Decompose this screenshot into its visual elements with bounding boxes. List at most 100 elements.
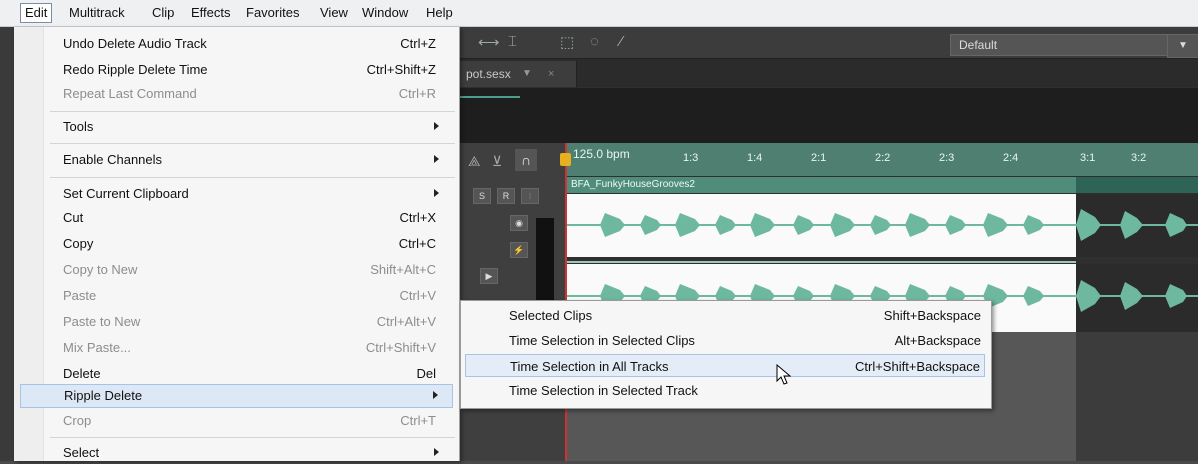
menu-item-enable-channels[interactable]: Enable Channels (20, 149, 453, 171)
menu-item-label: Paste to New (63, 314, 141, 329)
menu-window[interactable]: Window (362, 5, 408, 20)
menu-bar: Edit Multitrack Clip Effects Favorites V… (0, 0, 1198, 27)
spot-healing-icon[interactable]: ⁄ (620, 33, 623, 50)
menu-item-shortcut: Ctrl+Alt+V (376, 314, 436, 329)
brush-icon[interactable]: ◌ (590, 33, 599, 50)
ruler-tick: 1:3 (683, 152, 699, 164)
tab-menu-icon[interactable]: ▼ (522, 61, 532, 87)
menu-view[interactable]: View (320, 5, 348, 20)
marquee-icon[interactable]: ⌶ (508, 33, 517, 50)
chevron-down-icon[interactable]: ▼ (1167, 34, 1198, 58)
record-arm-button[interactable]: R (497, 188, 515, 204)
submenu-arrow-icon (434, 155, 439, 163)
submenu-arrow-icon (434, 122, 439, 130)
menu-item-paste[interactable]: Paste Ctrl+V (20, 285, 453, 307)
menu-item-mix-paste[interactable]: Mix Paste... Ctrl+Shift+V (20, 337, 453, 359)
submenu-item-label: Selected Clips (509, 308, 593, 323)
menu-item-label: Undo Delete Audio Track (63, 36, 207, 51)
menu-item-undo[interactable]: Undo Delete Audio Track Ctrl+Z (20, 33, 453, 55)
menu-item-shortcut: Ctrl+Shift+Z (366, 62, 436, 77)
menu-item-label: Tools (63, 119, 94, 134)
ruler-tick: 3:1 (1080, 152, 1096, 164)
clip-title-bar-outside (1076, 177, 1198, 193)
menu-edit[interactable]: Edit (20, 3, 53, 23)
menu-item-copy-to-new[interactable]: Copy to New Shift+Alt+C (20, 259, 453, 281)
input-icon[interactable]: ◉ (510, 215, 528, 231)
ruler-tick: 2:4 (1003, 152, 1019, 164)
playhead-handle[interactable] (560, 153, 571, 166)
snap-icon[interactable]: ⊻ (492, 153, 502, 170)
tempo-label: 125.0 bpm (573, 147, 630, 161)
submenu-item-shortcut: Ctrl+Shift+Backspace (854, 359, 980, 374)
menu-item-copy[interactable]: Copy Ctrl+C (20, 233, 453, 255)
submenu-item-time-selection-selected-clips[interactable]: Time Selection in Selected Clips Alt+Bac… (465, 329, 985, 352)
empty-track-area-outside (1076, 332, 1198, 461)
menu-item-set-current-clipboard[interactable]: Set Current Clipboard (20, 183, 453, 205)
submenu-item-label: Time Selection in Selected Clips (509, 333, 695, 348)
menu-item-cut[interactable]: Cut Ctrl+X (20, 207, 453, 229)
menu-item-delete[interactable]: Delete Del (20, 363, 453, 385)
timeline-ruler[interactable]: 125.0 bpm 1:3 1:4 2:1 2:2 2:3 2:4 3:1 3:… (565, 143, 1198, 176)
menu-favorites[interactable]: Favorites (246, 5, 299, 20)
menu-item-label: Ripple Delete (64, 388, 143, 403)
menu-item-tools[interactable]: Tools (20, 116, 453, 138)
submenu-arrow-icon (434, 448, 439, 456)
mouse-cursor-icon (776, 364, 792, 385)
menu-item-shortcut: Ctrl+V (399, 288, 436, 303)
close-icon[interactable]: × (548, 61, 554, 87)
menu-item-label: Crop (63, 413, 92, 428)
menu-separator (50, 177, 455, 178)
waveform-left-channel (565, 209, 1198, 241)
menu-separator (50, 111, 455, 112)
menu-item-shortcut: Ctrl+Z (400, 36, 436, 51)
channel-divider (565, 261, 1076, 263)
menu-item-redo[interactable]: Redo Ripple Delete Time Ctrl+Shift+Z (20, 59, 453, 81)
menu-item-repeat-last-command[interactable]: Repeat Last Command Ctrl+R (20, 83, 453, 105)
submenu-item-selected-clips[interactable]: Selected Clips Shift+Backspace (465, 304, 985, 327)
menu-item-shortcut: Shift+Alt+C (370, 262, 436, 277)
menu-item-shortcut: Del (416, 366, 436, 381)
menu-item-label: Mix Paste... (63, 340, 131, 355)
menu-item-label: Paste (63, 288, 97, 303)
menu-item-label: Set Current Clipboard (63, 186, 189, 201)
menu-item-label: Enable Channels (63, 152, 163, 167)
menu-item-shortcut: Ctrl+C (398, 236, 436, 251)
solo-button[interactable]: S (473, 188, 491, 204)
menu-multitrack[interactable]: Multitrack (69, 5, 125, 20)
menu-item-paste-to-new[interactable]: Paste to New Ctrl+Alt+V (20, 311, 453, 333)
submenu-item-label: Time Selection in All Tracks (510, 359, 669, 374)
menu-help[interactable]: Help (426, 5, 453, 20)
ruler-tick: 2:1 (811, 152, 827, 164)
left-panel-strip (0, 27, 14, 461)
time-selection-icon[interactable]: ⟷ (478, 33, 500, 51)
ruler-tick: 2:2 (875, 152, 891, 164)
metronome-icon[interactable]: ⟁ (468, 153, 481, 170)
submenu-item-label: Time Selection in Selected Track (509, 383, 698, 398)
workspace-preset-select[interactable]: Default (950, 34, 1176, 56)
play-icon[interactable]: ▶ (480, 268, 498, 284)
submenu-item-time-selection-selected-track[interactable]: Time Selection in Selected Track (465, 379, 985, 402)
menu-clip[interactable]: Clip (152, 5, 174, 20)
menu-item-shortcut: Ctrl+T (400, 413, 436, 428)
menu-item-label: Select (63, 445, 100, 460)
ruler-tick: 2:3 (939, 152, 955, 164)
magnet-icon[interactable]: ∩ (515, 149, 537, 171)
session-tab[interactable]: pot.sesx ▼ × (460, 61, 577, 87)
lasso-icon[interactable]: ⬚ (560, 33, 574, 51)
overview-range[interactable] (460, 96, 520, 98)
menu-separator (50, 437, 455, 438)
input-monitor-button[interactable]: I (521, 188, 539, 204)
menu-effects[interactable]: Effects (191, 5, 231, 20)
ruler-tick: 1:4 (747, 152, 763, 164)
submenu-item-shortcut: Shift+Backspace (883, 308, 981, 323)
submenu-item-time-selection-all-tracks[interactable]: Time Selection in All Tracks Ctrl+Shift+… (465, 354, 985, 377)
menu-item-label: Copy to New (63, 262, 138, 277)
fx-power-icon[interactable]: ⚡ (510, 242, 528, 258)
menu-separator (50, 143, 455, 144)
menu-item-shortcut: Ctrl+X (399, 210, 436, 225)
ripple-delete-submenu: Selected Clips Shift+Backspace Time Sele… (460, 300, 992, 409)
overview-panel (460, 88, 1198, 143)
menu-item-crop[interactable]: Crop Ctrl+T (20, 410, 453, 432)
menu-item-shortcut: Ctrl+Shift+V (365, 340, 436, 355)
menu-item-ripple-delete[interactable]: Ripple Delete (20, 384, 453, 408)
